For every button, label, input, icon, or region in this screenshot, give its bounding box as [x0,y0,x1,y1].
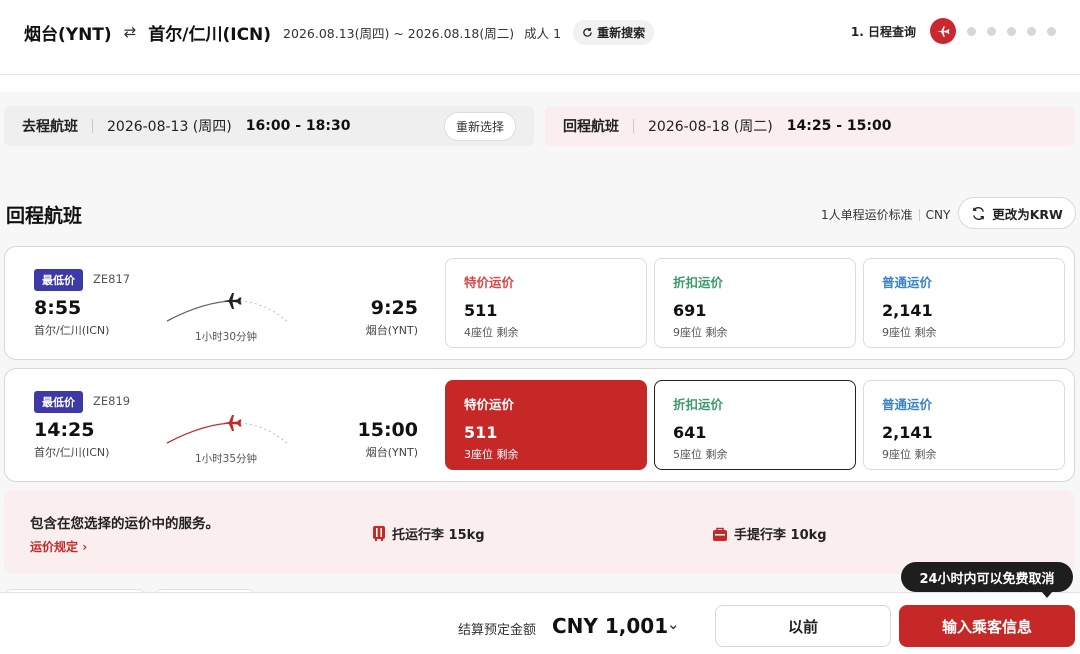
fare-rules-label: 运价规定 [30,540,79,554]
selected-return-bar: 回程航班 2026-08-18 (周二) 14:25 - 15:00 [545,106,1075,146]
step-dot [1047,26,1056,36]
fare-name: 普通运价 [882,397,933,412]
refresh-icon [973,206,985,220]
seats-remaining: 9座位 剩余 [882,448,937,461]
return-label: 回程航班 [563,119,619,135]
divider [918,208,920,221]
arrival-airport: 烟台(YNT) [365,446,418,459]
arrival-time: 15:00 [357,419,418,441]
fare-price: 2,141 [882,423,933,442]
checkout-bar: 结算预定金额 CNY 1,001 ⌄ 以前 输入乘客信息 [0,592,1080,654]
step-dot [967,26,976,36]
checked-baggage-item: 托运行李 15kg [372,524,485,543]
lowest-price-badge: 最低价 [34,391,83,413]
carry-on-item: 手提行李 10kg [712,524,827,543]
flight-number: ZE819 [93,394,131,408]
luggage-icon [373,526,385,541]
free-cancel-tooltip: 24小时内可以免费取消 [901,562,1073,598]
fare-price: 641 [673,423,707,442]
selected-outbound-bar: 去程航班 2026-08-13 (周四) 16:00 - 18:30 重新选择 [4,106,534,146]
fare-name: 折扣运价 [673,397,724,412]
flight-card: 最低价 ZE819 14:25 首尔/仁川(ICN) 1小时35分钟 15:00… [4,368,1075,482]
reselect-button[interactable]: 重新选择 [443,112,516,141]
flight-number: ZE817 [93,272,131,286]
carry-on-bag-icon [713,527,727,541]
divider [633,119,634,133]
change-currency-button[interactable]: 更改为KRW [958,197,1076,229]
services-title: 包含在您选择的运价中的服务。 [30,516,219,532]
previous-button[interactable]: 以前 [715,605,891,647]
fare-rules-link[interactable]: 运价规定 › [30,538,87,555]
fare-option-normal[interactable]: 普通运价 2,141 9座位 剩余 [863,380,1065,470]
departure-time: 8:55 [34,297,82,319]
fare-option-normal[interactable]: 普通运价 2,141 9座位 剩余 [863,258,1065,348]
checked-baggage-label: 托运行李 15kg [392,528,485,543]
return-date: 2026-08-18 (周二) [648,119,773,135]
flight-duration: 1小时35分钟 [195,453,258,465]
fare-price: 511 [464,301,498,320]
total-label: 结算预定金额 [458,623,537,638]
step-dot [1027,26,1036,36]
step-dot [987,26,996,36]
divider [92,119,93,133]
fare-option-discount[interactable]: 折扣运价 691 9座位 剩余 [654,258,856,348]
fare-option-discount[interactable]: 折扣运价 641 5座位 剩余 [654,380,856,470]
fare-option-special[interactable]: 特价运价 511 4座位 剩余 [445,258,647,348]
fare-standard-label: 1人单程运价标准 [821,208,913,222]
fare-standard: 1人单程运价标准 CNY [821,206,950,223]
fare-option-special[interactable]: 特价运价 511 3座位 剩余 [445,380,647,470]
outbound-date: 2026-08-13 (周四) [107,119,232,135]
departure-time: 14:25 [34,419,95,441]
swap-icon: ⇄ [123,23,137,41]
seats-remaining: 9座位 剩余 [673,326,728,339]
progress-steps: 1. 日程查询 [851,18,1056,44]
fare-name: 普通运价 [882,275,933,290]
seats-remaining: 5座位 剩余 [673,448,728,461]
plane-step-icon [930,18,956,44]
fare-price: 691 [673,301,707,320]
change-currency-label: 更改为KRW [992,206,1063,222]
passenger-count: 成人 1 [524,25,562,41]
total-amount: CNY 1,001 [552,614,669,638]
re-search-button[interactable]: 重新搜索 [573,19,655,45]
fare-name: 特价运价 [464,275,515,290]
step-label: 1. 日程查询 [850,24,916,39]
refresh-icon [583,27,592,37]
origin-city: 烟台(YNT) [24,24,112,45]
arrival-time: 9:25 [370,297,418,319]
travel-dates: 2026.08.13(周四) ~ 2026.08.18(周二) [283,25,515,41]
step-dot [1007,26,1016,36]
fare-price: 511 [464,423,498,442]
destination-city: 首尔/仁川(ICN) [148,24,272,45]
header-divider [0,74,1080,75]
return-time: 14:25 - 15:00 [786,118,892,134]
re-search-label: 重新搜索 [597,25,646,40]
departure-airport: 首尔/仁川(ICN) [34,324,110,337]
flight-path-icon [166,293,290,324]
seats-remaining: 4座位 剩余 [464,326,519,339]
seats-remaining: 9座位 剩余 [882,326,937,339]
enter-passenger-info-button[interactable]: 输入乘客信息 [899,605,1075,647]
outbound-time: 16:00 - 18:30 [245,118,351,134]
top-header: 烟台(YNT) ⇄ 首尔/仁川(ICN) 2026.08.13(周四) ~ 20… [0,0,1080,64]
fare-price: 2,141 [882,301,933,320]
fare-name: 折扣运价 [673,275,724,290]
departure-airport: 首尔/仁川(ICN) [34,446,110,459]
flight-duration: 1小时30分钟 [195,331,258,343]
section-title: 回程航班 [6,205,83,227]
flight-path-icon [166,415,290,446]
seats-remaining: 3座位 剩余 [464,448,519,461]
outbound-label: 去程航班 [22,119,78,135]
carry-on-label: 手提行李 10kg [734,528,827,543]
flight-card: 最低价 ZE817 8:55 首尔/仁川(ICN) 1小时30分钟 9:25 烟… [4,246,1075,360]
fare-name: 特价运价 [464,397,515,412]
currency-label: CNY [925,207,951,222]
arrival-airport: 烟台(YNT) [365,324,418,337]
lowest-price-badge: 最低价 [34,269,83,291]
chevron-down-icon[interactable]: ⌄ [667,615,680,633]
